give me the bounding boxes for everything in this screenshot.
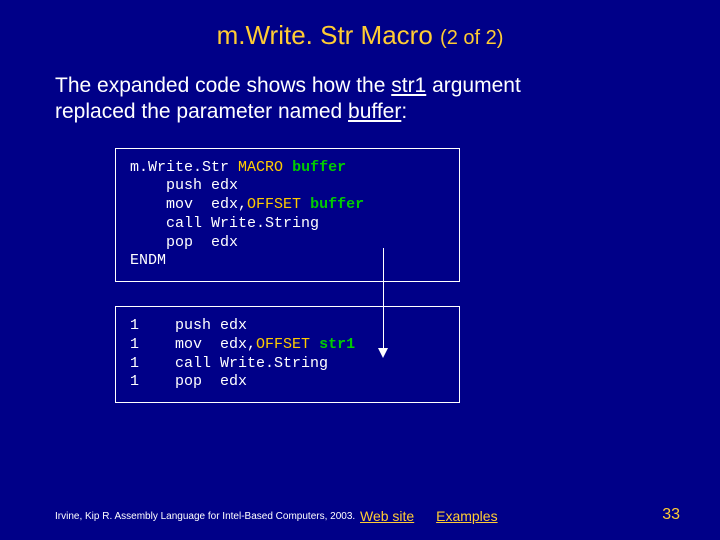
body-line1-post: argument [426,74,521,97]
body-line2-pre: replaced the parameter named [55,100,348,123]
code2-l2-str1: str1 [319,336,355,353]
code1-l3-offset: OFFSET [247,196,301,213]
title-sub: (2 of 2) [440,27,503,49]
code2-l4: 1 pop edx [130,373,445,392]
code2-l2: 1 mov edx,OFFSET str1 [130,336,445,355]
code2-l2c [310,336,319,353]
slide: m.Write. Str Macro (2 of 2) The expanded… [0,0,720,540]
body-line1-pre: The expanded code shows how the [55,74,391,97]
website-link[interactable]: Web site [360,508,414,524]
code1-l3-buffer: buffer [310,196,364,213]
title-main: m.Write. Str Macro [217,20,433,50]
footer-links: Web site Examples [360,508,516,524]
code1-l6: ENDM [130,252,445,271]
code1-l4: call Write.String [130,215,445,234]
code1-l3c [301,196,310,213]
code1-l1-buffer: buffer [292,159,346,176]
page-number: 33 [662,506,680,524]
code2-l1: 1 push edx [130,317,445,336]
code2-l2-offset: OFFSET [256,336,310,353]
examples-link[interactable]: Examples [436,508,497,524]
code1-l1a: m.Write.Str [130,159,238,176]
code1-l1c [283,159,292,176]
body-buffer: buffer [348,100,401,123]
citation-text: Irvine, Kip R. Assembly Language for Int… [55,511,355,522]
code-box-expanded: 1 push edx 1 mov edx,OFFSET str1 1 call … [115,306,460,403]
code1-l3: mov edx,OFFSET buffer [130,196,445,215]
code2-l3: 1 call Write.String [130,355,445,374]
body-text: The expanded code shows how the str1 arg… [0,51,720,126]
arrow-shaft [383,248,384,352]
code-box-macro-def: m.Write.Str MACRO buffer push edx mov ed… [115,148,460,283]
code1-l3a: mov edx, [130,196,247,213]
body-line2-post: : [401,100,407,123]
code2-l2a: 1 mov edx, [130,336,256,353]
arrow-head-icon [378,348,388,358]
code1-l1-macro: MACRO [238,159,283,176]
slide-title: m.Write. Str Macro (2 of 2) [0,0,720,51]
code1-l2: push edx [130,177,445,196]
body-str1: str1 [391,74,426,97]
footer: Irvine, Kip R. Assembly Language for Int… [0,502,720,522]
code1-l1: m.Write.Str MACRO buffer [130,159,445,178]
code1-l5: pop edx [130,234,445,253]
